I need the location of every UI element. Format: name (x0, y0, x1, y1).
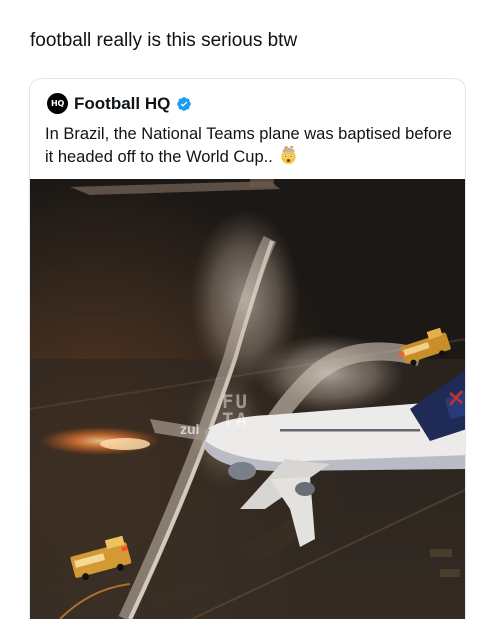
tweet-text-content: In Brazil, the National Teams plane was … (45, 125, 452, 166)
author-name[interactable]: Football HQ (74, 94, 170, 114)
airline-mark: zul (180, 421, 199, 437)
tweet-media-image[interactable]: zul FU TA (30, 179, 465, 619)
quoted-tweet-card[interactable]: HQ Football HQ In Brazil, the National T… (29, 78, 466, 619)
verified-badge-icon (177, 96, 192, 111)
watermark-line-2: TA (222, 409, 249, 431)
mind-blown-emoji-icon (281, 146, 297, 165)
media-watermark: FU TA (222, 393, 249, 431)
tweet-text: In Brazil, the National Teams plane was … (45, 123, 455, 169)
tweet-author[interactable]: HQ Football HQ (47, 93, 192, 114)
author-avatar[interactable]: HQ (47, 93, 68, 114)
post-caption: football really is this serious btw (30, 30, 298, 51)
